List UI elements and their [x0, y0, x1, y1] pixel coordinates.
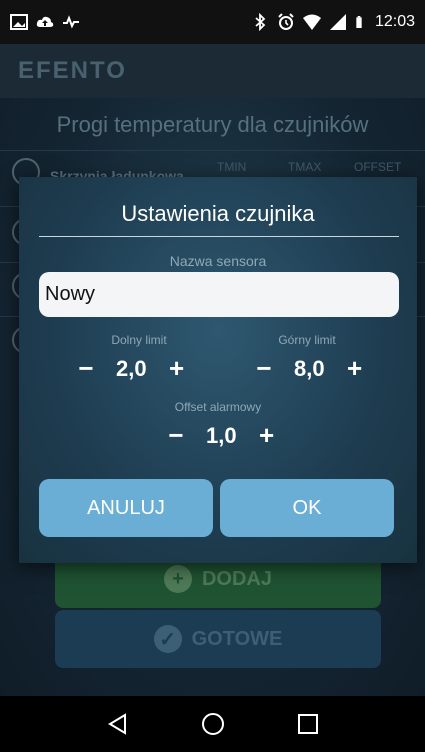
sensor-name-label: Nazwa sensora [169, 253, 267, 269]
bluetooth-icon [255, 13, 266, 31]
home-circle-icon [201, 713, 224, 735]
lower-limit-value: 2,0 [116, 355, 147, 381]
status-time: 12:03 [374, 13, 415, 30]
upper-limit-increment-button[interactable]: + [343, 353, 367, 384]
recents-button[interactable] [288, 704, 328, 744]
wifi-icon [302, 14, 321, 30]
column-header-offset: OFFSET [354, 160, 402, 174]
home-button[interactable] [193, 704, 233, 744]
alarm-icon [278, 13, 294, 30]
offset-stepper: − 1,0 + [164, 420, 279, 451]
cloud-upload-icon [36, 16, 54, 27]
lower-limit-stepper: − 2,0 + [74, 353, 189, 384]
lower-limit-label: Dolny limit [111, 333, 167, 347]
sensor-name-input[interactable] [39, 272, 399, 317]
upper-limit-label: Górny limit [278, 333, 336, 347]
offset-label: Offset alarmowy [174, 400, 262, 414]
upper-limit-value: 8,0 [294, 355, 325, 381]
column-header-tmax: TMAX [288, 160, 322, 174]
app-bar: EFENTO [0, 44, 425, 98]
battery-icon [356, 16, 362, 28]
plus-circle-icon: + [163, 565, 192, 593]
offset-decrement-button[interactable]: − [164, 420, 188, 451]
system-nav-bar [0, 696, 425, 752]
back-button[interactable] [98, 704, 138, 744]
recents-square-icon [297, 714, 318, 734]
screen-title: Progi temperatury dla czujników [56, 112, 369, 137]
dialog-title: Ustawienia czujnika [121, 201, 315, 226]
offset-increment-button[interactable]: + [255, 420, 279, 451]
pulse-icon [63, 15, 79, 29]
gallery-icon [10, 14, 28, 30]
done-button[interactable]: ✓ GOTOWE [55, 610, 381, 668]
add-button-label: DODAJ [201, 567, 272, 590]
check-circle-icon: ✓ [153, 625, 182, 653]
sensor-settings-dialog: Ustawienia czujnika Nazwa sensora Dolny … [19, 177, 417, 563]
ok-button[interactable]: OK [220, 479, 394, 537]
upper-limit-decrement-button[interactable]: − [252, 353, 276, 384]
divider [0, 150, 425, 151]
cancel-button[interactable]: ANULUJ [39, 479, 213, 537]
upper-limit-stepper: − 8,0 + [252, 353, 367, 384]
signal-icon [329, 14, 346, 30]
dialog-divider [39, 236, 399, 237]
lower-limit-increment-button[interactable]: + [165, 353, 189, 384]
column-header-tmin: TMIN [217, 160, 247, 174]
offset-value: 1,0 [206, 422, 237, 448]
status-bar: 12:03 [0, 0, 425, 44]
done-button-label: GOTOWE [191, 627, 283, 650]
back-triangle-icon [107, 713, 126, 735]
lower-limit-decrement-button[interactable]: − [74, 353, 98, 384]
brand-logo: EFENTO [18, 57, 127, 84]
